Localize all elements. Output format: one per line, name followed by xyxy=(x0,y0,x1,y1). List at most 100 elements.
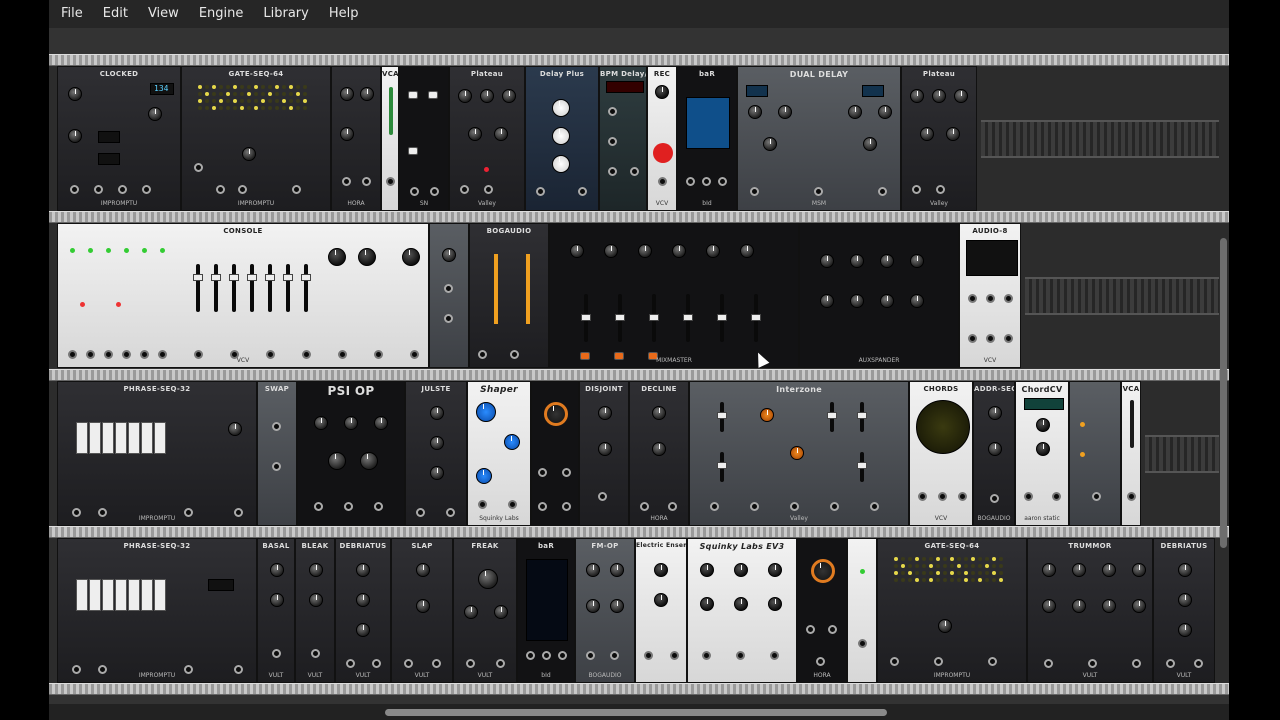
channel-fader[interactable] xyxy=(283,264,293,312)
menu-view[interactable]: View xyxy=(138,0,189,28)
jack[interactable] xyxy=(736,651,745,660)
jack[interactable] xyxy=(346,659,355,668)
knob[interactable] xyxy=(706,244,720,258)
jack[interactable] xyxy=(870,502,879,511)
channel-fader[interactable] xyxy=(717,294,727,342)
module-mixmaster[interactable]: MIXMASTER xyxy=(549,223,799,368)
jack[interactable] xyxy=(968,294,977,303)
jack[interactable] xyxy=(828,625,837,634)
module-electric-ensemble[interactable]: Electric Ensemble xyxy=(635,538,687,683)
channel-fader[interactable] xyxy=(265,264,275,312)
menu-file[interactable]: File xyxy=(49,0,93,28)
module-freak[interactable]: FREAK VULT xyxy=(453,538,517,683)
module-hora[interactable] xyxy=(531,381,579,526)
module-addr-seq[interactable]: ADDR-SEQ BOGAUDIO xyxy=(973,381,1015,526)
module-disjoint[interactable]: DISJOINT xyxy=(579,381,629,526)
module-bar[interactable]: baR bId xyxy=(677,66,737,211)
channel-fader[interactable] xyxy=(229,264,239,312)
jack[interactable] xyxy=(538,468,547,477)
vertical-scrollbar[interactable] xyxy=(1220,238,1227,548)
jack[interactable] xyxy=(1088,659,1097,668)
knob[interactable] xyxy=(340,127,354,141)
jack[interactable] xyxy=(496,659,505,668)
jack[interactable] xyxy=(630,167,639,176)
module-bleak[interactable]: BLEAK VULT xyxy=(295,538,335,683)
knob[interactable] xyxy=(416,599,430,613)
jack[interactable] xyxy=(404,659,413,668)
channel-fader[interactable] xyxy=(193,264,203,312)
module-scope[interactable] xyxy=(847,538,877,683)
chord-wheel[interactable] xyxy=(916,400,970,454)
module-bpm-delay-calc[interactable]: BPM Delay/HR Calc xyxy=(599,66,647,211)
master-fader[interactable] xyxy=(751,294,761,342)
knob[interactable] xyxy=(570,244,584,258)
module-julste[interactable]: JULSTE xyxy=(405,381,467,526)
knob[interactable] xyxy=(1178,623,1192,637)
module-chordcv[interactable]: ChordCV aaron static xyxy=(1015,381,1069,526)
knob[interactable] xyxy=(328,452,346,470)
channel-fader[interactable] xyxy=(301,264,311,312)
jack[interactable] xyxy=(446,508,455,517)
knob[interactable] xyxy=(68,87,82,101)
channel-fader[interactable] xyxy=(683,294,693,342)
jack[interactable] xyxy=(958,492,967,501)
horizontal-scrollbar[interactable] xyxy=(49,704,1229,720)
knob[interactable] xyxy=(1178,563,1192,577)
knob[interactable] xyxy=(700,597,714,611)
jack[interactable] xyxy=(1132,659,1141,668)
knob[interactable] xyxy=(880,294,894,308)
knob[interactable] xyxy=(1036,418,1050,432)
jack[interactable] xyxy=(586,651,595,660)
jack[interactable] xyxy=(1044,659,1053,668)
jack[interactable] xyxy=(968,334,977,343)
master-knob[interactable] xyxy=(402,248,420,266)
slider[interactable] xyxy=(857,402,867,432)
knob[interactable] xyxy=(480,89,494,103)
knob[interactable] xyxy=(655,85,669,99)
knob[interactable] xyxy=(863,137,877,151)
knob[interactable] xyxy=(878,105,892,119)
jack[interactable] xyxy=(536,187,545,196)
knob[interactable] xyxy=(504,434,520,450)
knob[interactable] xyxy=(340,87,354,101)
knob[interactable] xyxy=(478,569,498,589)
knob[interactable] xyxy=(760,408,774,422)
knob[interactable] xyxy=(734,597,748,611)
gate-led-grid[interactable] xyxy=(894,557,1003,582)
knob[interactable] xyxy=(748,105,762,119)
knob[interactable] xyxy=(464,605,478,619)
jack[interactable] xyxy=(1166,659,1175,668)
knob[interactable] xyxy=(1042,599,1056,613)
jack[interactable] xyxy=(986,334,995,343)
knob[interactable] xyxy=(1102,563,1116,577)
module-trummor[interactable]: TRUMMOR VULT xyxy=(1027,538,1153,683)
module-shaper[interactable]: Shaper Squinky Labs xyxy=(467,381,531,526)
jack[interactable] xyxy=(938,492,947,501)
jack[interactable] xyxy=(526,651,535,660)
knob[interactable] xyxy=(476,468,492,484)
knob[interactable] xyxy=(910,254,924,268)
jack[interactable] xyxy=(750,502,759,511)
jack[interactable] xyxy=(510,350,519,359)
knob[interactable] xyxy=(652,442,666,456)
module-vca[interactable]: VCA xyxy=(381,66,399,211)
module-gate-seq-64[interactable]: GATE-SEQ-64 IMPROMPTU xyxy=(877,538,1027,683)
module-delay-plus[interactable]: Delay Plus xyxy=(525,66,599,211)
jack[interactable] xyxy=(542,651,551,660)
knob[interactable] xyxy=(552,155,570,173)
knob[interactable] xyxy=(360,452,378,470)
knob[interactable] xyxy=(328,248,346,266)
module-debriatus[interactable]: DEBRIATUS VULT xyxy=(1153,538,1215,683)
jack[interactable] xyxy=(538,502,547,511)
knob[interactable] xyxy=(270,563,284,577)
knob[interactable] xyxy=(610,599,624,613)
slider[interactable] xyxy=(827,402,837,432)
jack[interactable] xyxy=(484,185,493,194)
empty-rack-space[interactable] xyxy=(1145,435,1219,473)
knob[interactable] xyxy=(1132,599,1146,613)
channel-fader[interactable] xyxy=(615,294,625,342)
module-fm-op[interactable]: FM-OP BOGAUDIO xyxy=(575,538,635,683)
jack[interactable] xyxy=(374,502,383,511)
jack[interactable] xyxy=(986,294,995,303)
jack[interactable] xyxy=(410,187,419,196)
